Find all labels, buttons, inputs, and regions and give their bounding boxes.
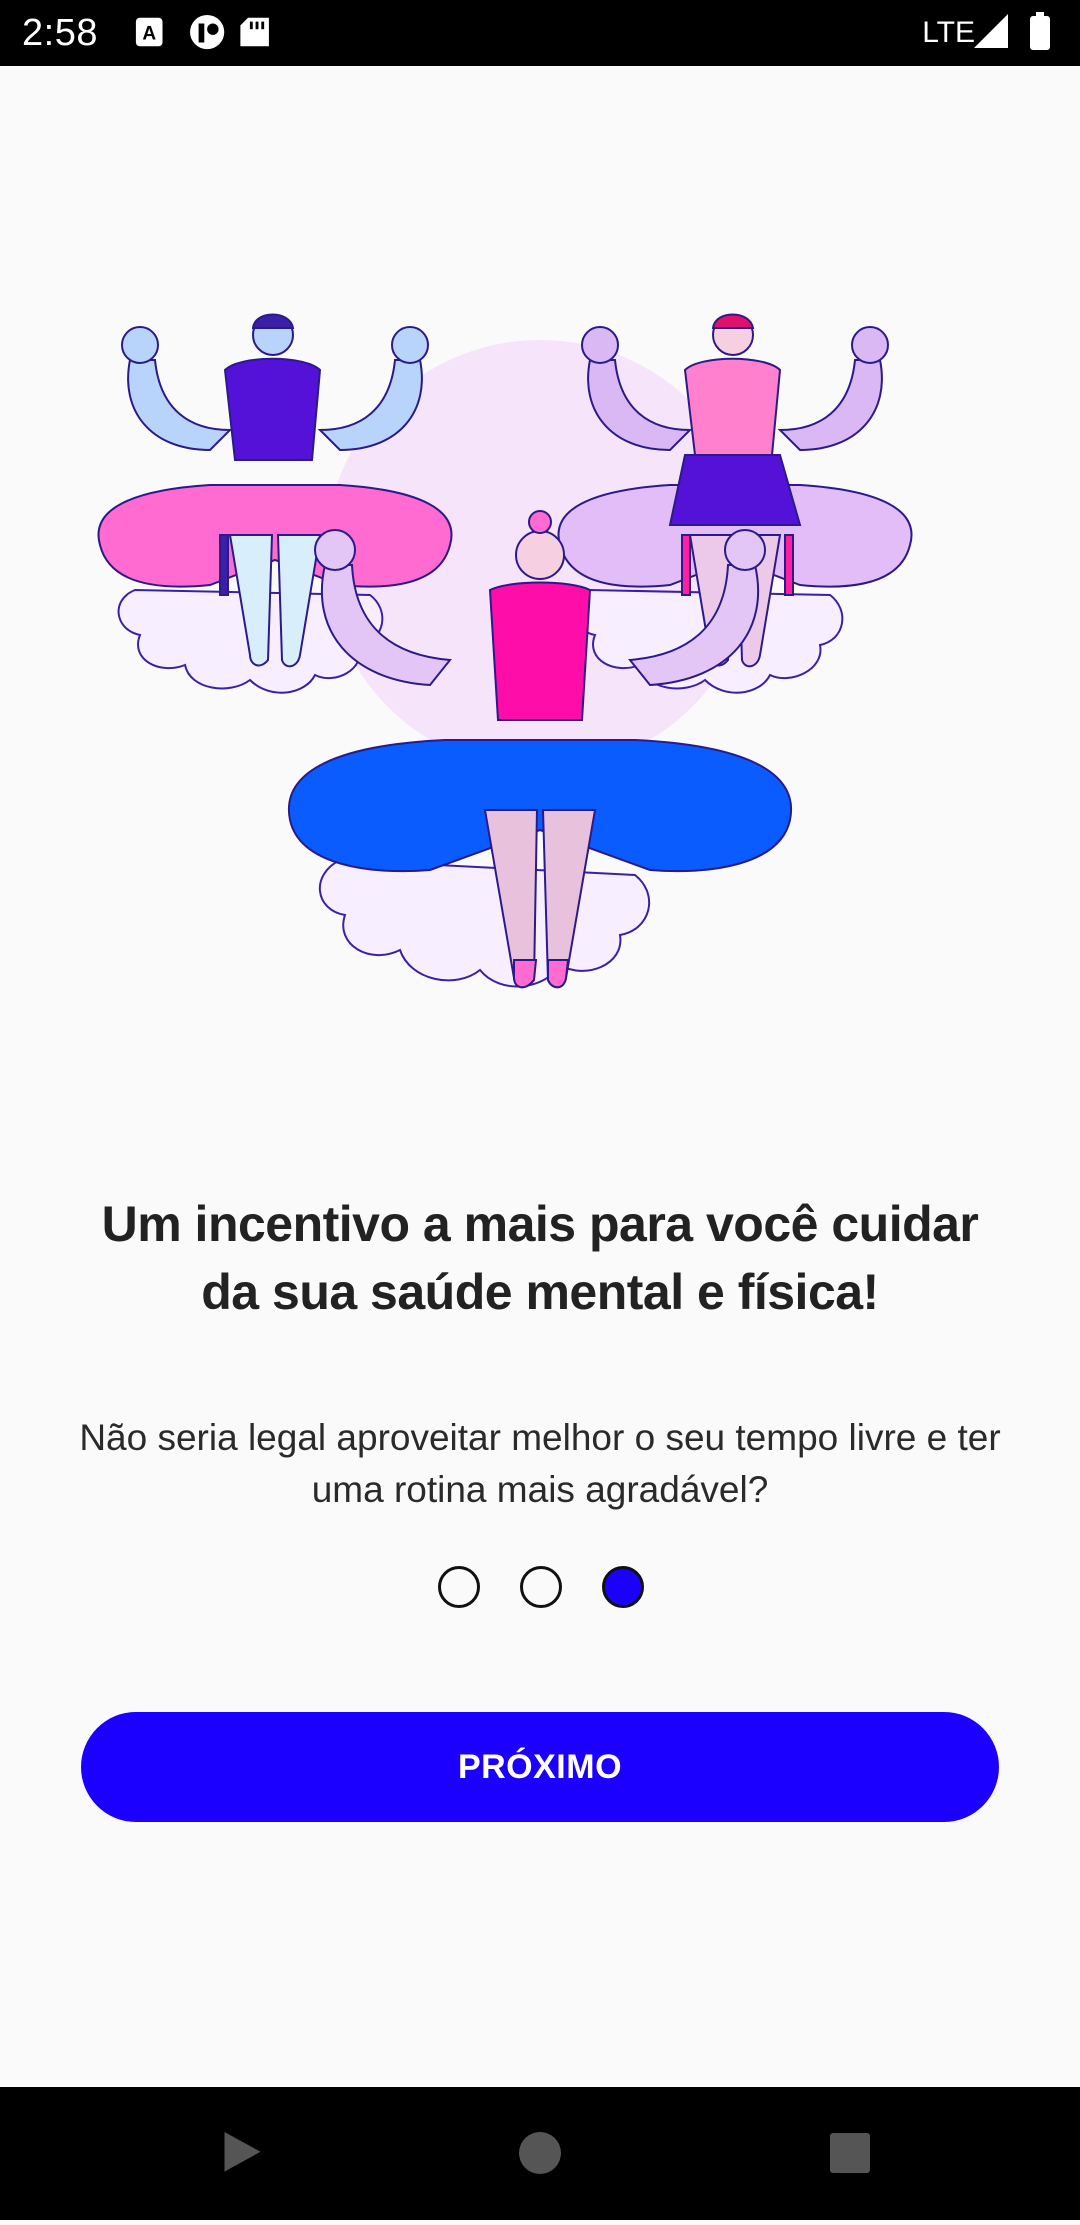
status-right-icons bbox=[974, 12, 1050, 50]
onboarding-subtext: Não seria legal aproveitar melhor o seu … bbox=[40, 1412, 1040, 1516]
back-icon[interactable] bbox=[224, 2132, 261, 2172]
app-notification-icon bbox=[190, 14, 225, 50]
status-left-icons: A bbox=[135, 14, 269, 50]
page-dot-2[interactable] bbox=[520, 1566, 562, 1608]
subtext-line-1: Não seria legal aproveitar melhor o seu … bbox=[79, 1417, 1001, 1458]
sd-card-icon bbox=[240, 17, 269, 47]
page-dot-3-active[interactable] bbox=[602, 1566, 644, 1608]
next-button[interactable]: PRÓXIMO bbox=[81, 1712, 999, 1822]
navigation-bar bbox=[0, 2087, 1080, 2220]
navigation-buttons bbox=[224, 2132, 870, 2174]
headline-line-1: Um incentivo a mais para você cuidar bbox=[101, 1196, 979, 1252]
home-icon[interactable] bbox=[519, 2132, 561, 2174]
subtext-line-2: uma rotina mais agradável? bbox=[311, 1469, 769, 1510]
status-time: 2:58 bbox=[22, 12, 98, 54]
keyboard-a-icon: A bbox=[135, 17, 163, 47]
svg-text:A: A bbox=[142, 24, 156, 45]
onboarding-headline: Um incentivo a mais para você cuidar da … bbox=[60, 1190, 1020, 1326]
page-dot-1[interactable] bbox=[438, 1566, 480, 1608]
signal-icon bbox=[974, 14, 1008, 48]
recents-icon[interactable] bbox=[830, 2133, 870, 2173]
headline-line-2: da sua saúde mental e física! bbox=[201, 1264, 879, 1320]
meditation-illustration bbox=[97, 313, 913, 989]
page-indicator bbox=[0, 1566, 1080, 1610]
network-type: LTE bbox=[922, 16, 975, 49]
battery-icon bbox=[1030, 12, 1050, 50]
status-bar: 2:58 A LTE bbox=[0, 0, 1080, 66]
cloud-center bbox=[319, 858, 651, 988]
